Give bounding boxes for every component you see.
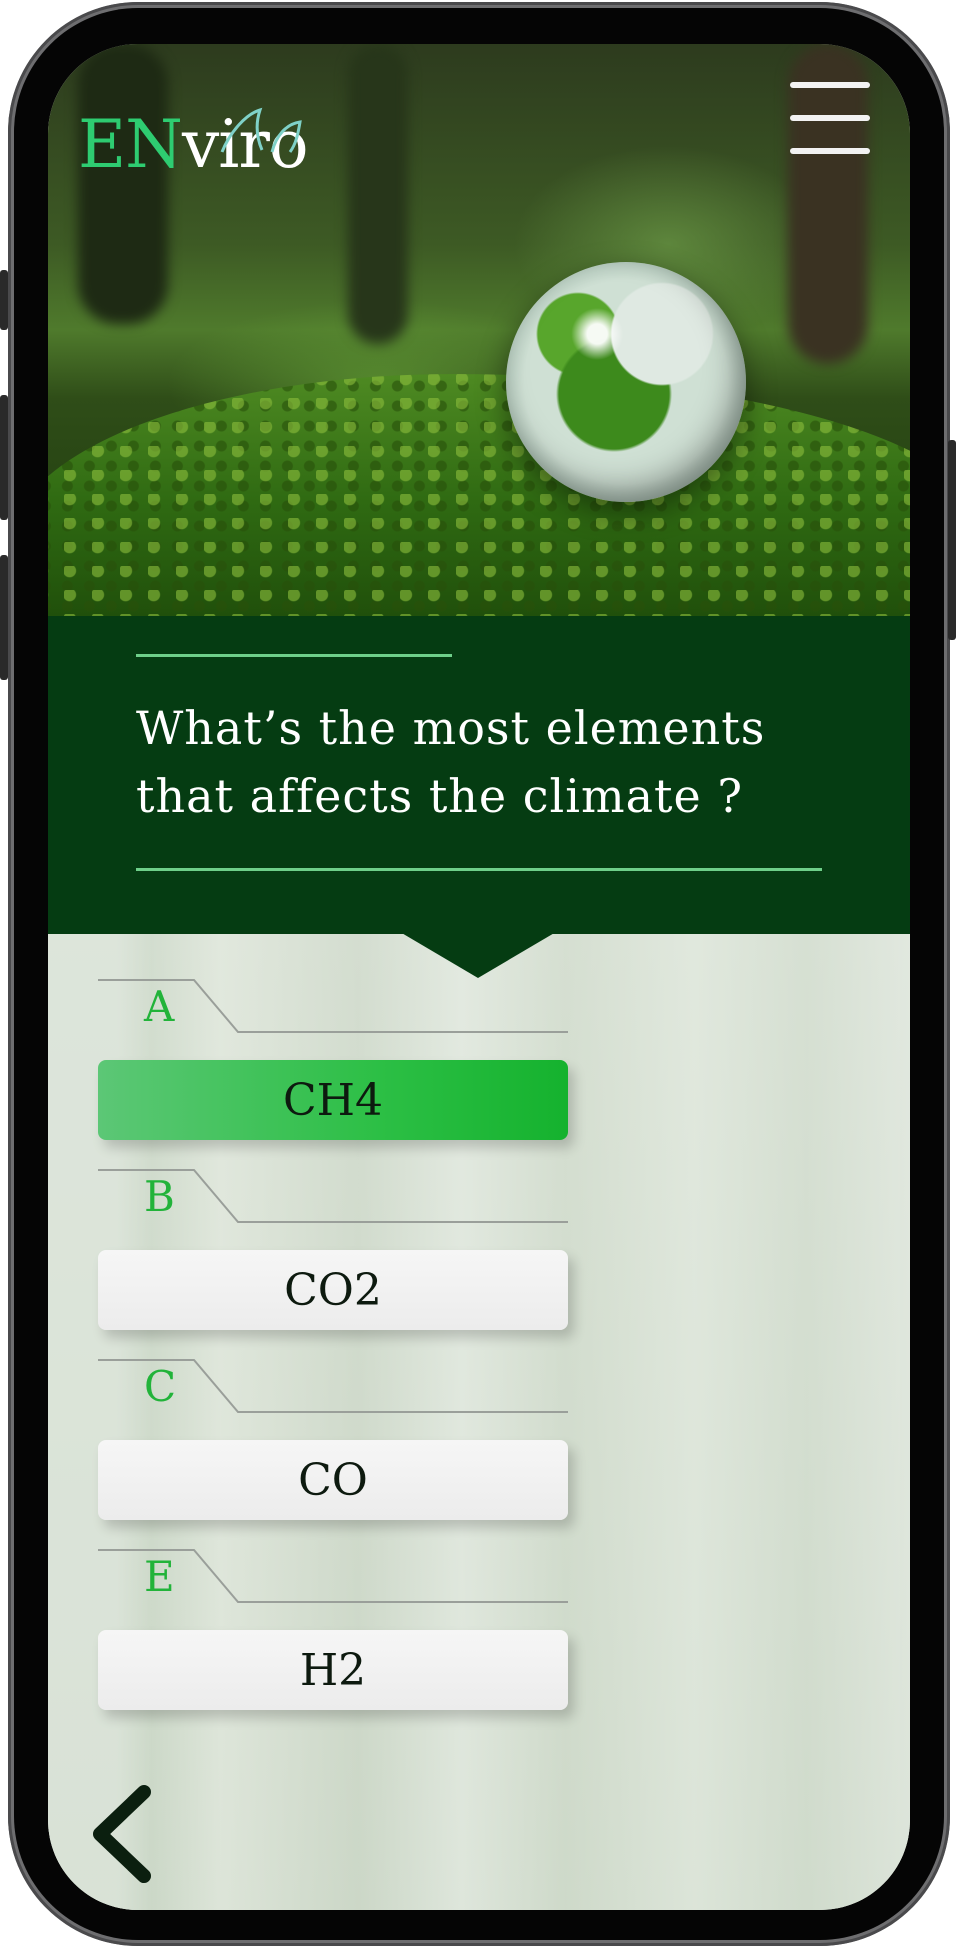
hamburger-menu-icon xyxy=(790,115,870,121)
option-letter: A xyxy=(144,982,175,1031)
option-tab: A xyxy=(98,978,568,1034)
app-logo: ENviro xyxy=(78,106,309,216)
option-letter: B xyxy=(144,1172,175,1221)
divider xyxy=(136,868,822,871)
chevron-left-icon xyxy=(93,1785,151,1883)
question-line: that affects the climate ? xyxy=(136,769,743,823)
option-letter: C xyxy=(144,1362,177,1411)
phone-side-button xyxy=(0,395,8,520)
phone-side-button xyxy=(0,555,8,680)
option-letter: E xyxy=(144,1552,175,1601)
logo-prefix: EN xyxy=(78,106,183,183)
question-line: What’s the most elements xyxy=(136,701,766,755)
question-text: What’s the most elements that affects th… xyxy=(136,694,826,830)
option-button-b[interactable]: CO2 xyxy=(98,1250,568,1330)
phone-side-button xyxy=(0,270,8,330)
option-button-c[interactable]: CO xyxy=(98,1440,568,1520)
hero-image: ENviro xyxy=(48,44,910,616)
background-tree xyxy=(348,44,408,344)
hamburger-menu-icon xyxy=(790,148,870,154)
app-screen: ENviro What’s the most elements that aff… xyxy=(48,44,910,1910)
question-pointer xyxy=(400,932,556,978)
option-tab: E xyxy=(98,1548,568,1604)
menu-button[interactable] xyxy=(790,82,870,154)
phone-side-button xyxy=(948,440,956,640)
option-button-a[interactable]: CH4 xyxy=(98,1060,568,1140)
divider xyxy=(136,654,452,657)
leaf-icon xyxy=(220,107,302,153)
option-tab: B xyxy=(98,1168,568,1224)
question-panel: What’s the most elements that affects th… xyxy=(48,616,910,934)
moss-ground xyxy=(48,374,910,616)
crystal-globe xyxy=(506,262,746,502)
hamburger-menu-icon xyxy=(790,82,870,88)
option-button-e[interactable]: H2 xyxy=(98,1630,568,1710)
back-button[interactable] xyxy=(88,1784,158,1884)
option-tab: C xyxy=(98,1358,568,1414)
